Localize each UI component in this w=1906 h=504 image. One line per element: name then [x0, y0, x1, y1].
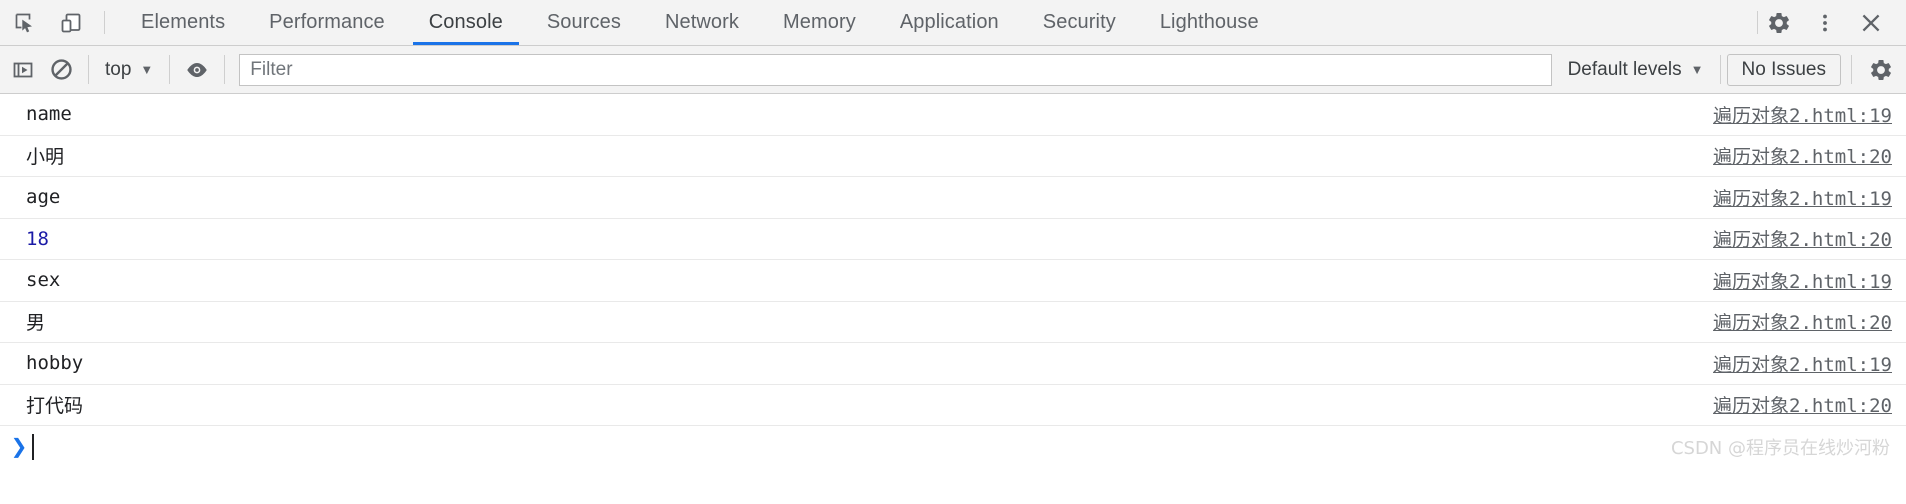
tab-sources-label: Sources: [546, 11, 621, 33]
log-source-link[interactable]: 遍历对象2.html:20: [1713, 308, 1892, 335]
log-message: 男: [26, 312, 46, 335]
log-message: sex: [26, 269, 61, 292]
devtools-left-icon-group: [0, 0, 86, 45]
issues-button[interactable]: No Issues: [1726, 53, 1841, 86]
table-row[interactable]: 打代码 遍历对象2.html:20: [0, 385, 1906, 426]
log-message: hobby: [26, 352, 84, 375]
execution-context-selector[interactable]: top ▼: [97, 55, 161, 85]
device-toolbar-icon[interactable]: [56, 8, 86, 38]
tabbar-divider: [104, 11, 105, 34]
settings-gear-icon[interactable]: [1758, 2, 1800, 44]
inspect-element-icon[interactable]: [10, 8, 40, 38]
chevron-down-icon: ▼: [140, 62, 154, 77]
toolbar-divider-5: [1851, 55, 1852, 84]
tab-lighthouse[interactable]: Lighthouse: [1138, 0, 1281, 45]
tab-performance-label: Performance: [269, 11, 385, 33]
log-message: 18: [26, 227, 49, 250]
log-source-link[interactable]: 遍历对象2.html:20: [1713, 391, 1892, 418]
toolbar-divider-1: [88, 55, 89, 84]
tab-console-label: Console: [428, 11, 503, 33]
tab-console[interactable]: Console: [407, 0, 525, 45]
filter-input[interactable]: [239, 53, 1552, 86]
tab-security-label: Security: [1042, 11, 1116, 33]
log-source-link[interactable]: 遍历对象2.html:20: [1713, 142, 1892, 169]
devtools-panel-tabs: Elements Performance Console Sources Net…: [119, 0, 1757, 45]
console-message-list[interactable]: name 遍历对象2.html:19 小明 遍历对象2.html:20 age …: [0, 94, 1906, 468]
tab-memory[interactable]: Memory: [761, 0, 878, 45]
close-icon[interactable]: [1850, 2, 1892, 44]
tab-performance[interactable]: Performance: [247, 0, 407, 45]
tab-lighthouse-label: Lighthouse: [1159, 11, 1259, 33]
text-caret: [32, 433, 34, 460]
more-options-icon[interactable]: [1804, 2, 1846, 44]
table-row[interactable]: hobby 遍历对象2.html:19: [0, 343, 1906, 385]
chevron-down-icon: ▼: [1690, 62, 1704, 77]
log-source-link[interactable]: 遍历对象2.html:19: [1713, 184, 1892, 211]
log-source-link[interactable]: 遍历对象2.html:19: [1713, 267, 1892, 294]
toolbar-divider-2: [169, 55, 171, 84]
tab-elements-label: Elements: [141, 11, 226, 33]
log-levels-value: Default levels: [1567, 58, 1682, 80]
tab-application-label: Application: [899, 11, 999, 33]
table-row[interactable]: name 遍历对象2.html:19: [0, 94, 1906, 136]
log-source-link[interactable]: 遍历对象2.html:20: [1713, 225, 1892, 252]
devtools-right-icon-group: [1758, 0, 1906, 45]
toolbar-divider-3: [224, 55, 226, 84]
tab-security[interactable]: Security: [1021, 0, 1138, 45]
log-message: 小明: [26, 146, 65, 169]
watermark: CSDN @程序员在线炒河粉: [1670, 438, 1890, 459]
table-row[interactable]: sex 遍历对象2.html:19: [0, 260, 1906, 302]
console-sidebar-icon[interactable]: [4, 51, 42, 89]
log-levels-selector[interactable]: Default levels ▼: [1558, 55, 1714, 85]
console-prompt-row[interactable]: ❯: [0, 426, 1906, 468]
tab-network[interactable]: Network: [643, 0, 761, 45]
log-source-link[interactable]: 遍历对象2.html:19: [1713, 350, 1892, 377]
tab-memory-label: Memory: [783, 11, 856, 33]
toolbar-divider-4: [1719, 55, 1721, 84]
table-row[interactable]: 小明 遍历对象2.html:20: [0, 136, 1906, 177]
tab-application[interactable]: Application: [878, 0, 1021, 45]
clear-console-icon[interactable]: [42, 51, 80, 89]
table-row[interactable]: age 遍历对象2.html:19: [0, 177, 1906, 219]
log-message: age: [26, 186, 61, 209]
console-toolbar: top ▼ Default levels ▼ No Issues: [0, 46, 1906, 94]
log-message: name: [26, 103, 72, 126]
execution-context-value: top: [105, 58, 132, 80]
table-row[interactable]: 18 遍历对象2.html:20: [0, 219, 1906, 260]
console-settings-gear-icon[interactable]: [1862, 51, 1900, 89]
log-source-link[interactable]: 遍历对象2.html:19: [1713, 101, 1892, 128]
log-message: 打代码: [26, 395, 84, 418]
table-row[interactable]: 男 遍历对象2.html:20: [0, 302, 1906, 343]
prompt-chevron-icon: ❯: [10, 435, 28, 458]
tab-network-label: Network: [664, 11, 739, 33]
eye-icon[interactable]: [178, 51, 216, 89]
devtools-tab-bar: Elements Performance Console Sources Net…: [0, 0, 1906, 46]
tab-elements[interactable]: Elements: [119, 0, 247, 45]
console-prompt-input[interactable]: [32, 432, 1906, 462]
tab-sources[interactable]: Sources: [525, 0, 643, 45]
